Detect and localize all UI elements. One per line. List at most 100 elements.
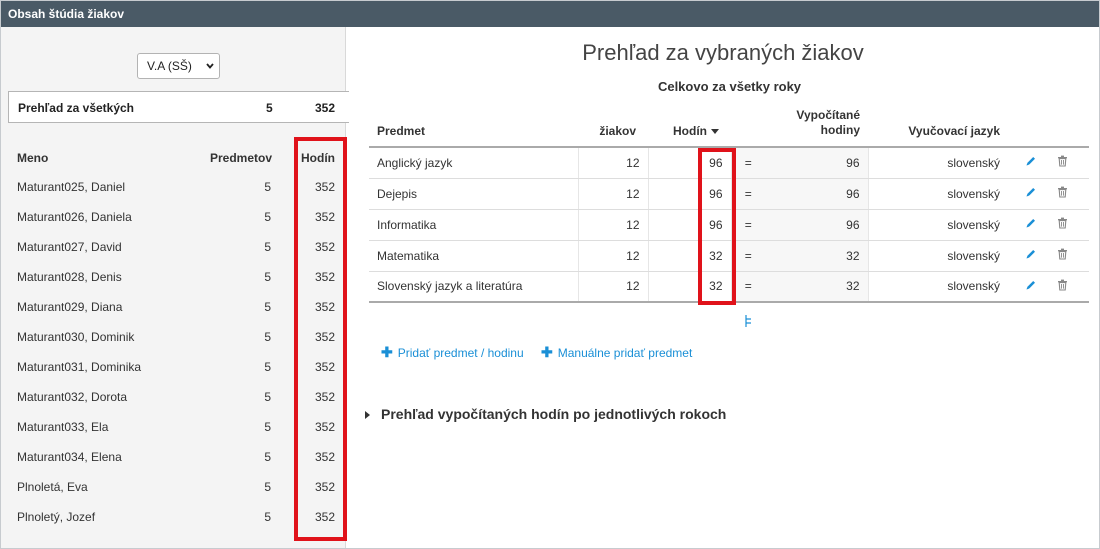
student-name: Maturant030, Dominik <box>17 330 135 344</box>
edit-button[interactable] <box>1000 178 1039 210</box>
pencil-icon <box>1025 249 1037 263</box>
column-resize-icon[interactable] <box>744 314 752 328</box>
student-subjects: 5 <box>264 240 271 254</box>
pencil-icon <box>1025 156 1037 170</box>
caret-right-icon <box>365 411 370 420</box>
student-subjects: 5 <box>264 360 271 374</box>
cell-computed: 32 <box>765 240 869 272</box>
yearly-overview-toggle[interactable]: Prehľad vypočítaných hodín po jednotlivý… <box>365 406 726 422</box>
student-name: Maturant032, Dorota <box>17 390 128 404</box>
trash-icon <box>1057 217 1068 232</box>
cell-equals: = <box>731 147 765 179</box>
summary-all-row[interactable]: Prehľad za všetkých 5 352 <box>8 91 349 123</box>
cell-subject: Slovenský jazyk a literatúra <box>369 271 579 303</box>
th-language[interactable]: Vyučovací jazyk <box>868 105 1000 148</box>
cell-language: slovenský <box>868 271 1000 303</box>
page-title: Prehľad za vybraných žiakov <box>582 40 864 65</box>
student-name: Plnoletý, Jozef <box>17 510 96 524</box>
highlight-box <box>698 148 736 305</box>
window-title: Obsah štúdia žiakov <box>1 1 1099 27</box>
edit-button[interactable] <box>1000 271 1039 303</box>
cell-students: 12 <box>578 209 649 241</box>
cell-computed: 32 <box>765 271 869 303</box>
cell-students: 12 <box>578 178 649 210</box>
summary-label: Prehľad za všetkých <box>18 101 135 115</box>
th-subject[interactable]: Predmet <box>369 105 578 148</box>
th-computed-line1: Vypočítané <box>796 108 860 122</box>
th-hours[interactable]: Hodín <box>648 105 731 148</box>
student-name: Maturant025, Daniel <box>17 180 126 194</box>
th-computed[interactable]: Vypočítané hodiny <box>765 105 868 148</box>
add-subject-manual-link[interactable]: ✚ Manuálne pridať predmet <box>541 344 692 361</box>
cell-equals: = <box>731 240 765 272</box>
student-name: Maturant029, Diana <box>17 300 123 314</box>
cell-equals: = <box>731 209 765 241</box>
cell-students: 12 <box>578 271 649 303</box>
cell-language: slovenský <box>868 178 1000 210</box>
class-select[interactable]: V.A (SŠ) <box>137 53 220 79</box>
delete-button[interactable] <box>1039 178 1089 210</box>
th-eq <box>731 105 765 148</box>
cell-language: slovenský <box>868 147 1000 179</box>
th-delete <box>1039 105 1089 148</box>
summary-subjects: 5 <box>266 101 273 115</box>
cell-students: 12 <box>578 240 649 272</box>
student-subjects: 5 <box>264 390 271 404</box>
pencil-icon <box>1025 280 1037 294</box>
cell-computed: 96 <box>765 147 869 179</box>
cell-students: 12 <box>578 147 649 179</box>
delete-button[interactable] <box>1039 240 1089 272</box>
sort-desc-icon <box>711 129 719 135</box>
trash-icon <box>1057 248 1068 263</box>
student-subjects: 5 <box>264 210 271 224</box>
delete-button[interactable] <box>1039 271 1089 303</box>
student-subjects: 5 <box>264 270 271 284</box>
student-subjects: 5 <box>264 510 271 524</box>
edit-button[interactable] <box>1000 209 1039 241</box>
yearly-overview-label: Prehľad vypočítaných hodín po jednotlivý… <box>381 406 727 422</box>
pencil-icon <box>1025 187 1037 201</box>
page-subtitle: Celkovo za všetky roky <box>657 79 802 94</box>
th-edit <box>1000 105 1039 148</box>
cell-subject: Matematika <box>369 240 579 272</box>
trash-icon <box>1057 279 1068 294</box>
student-name: Maturant026, Daniela <box>17 210 132 224</box>
edit-button[interactable] <box>1000 147 1039 179</box>
class-select-value: V.A (SŠ) <box>147 59 192 73</box>
th-students[interactable]: žiakov <box>578 105 648 148</box>
edit-button[interactable] <box>1000 240 1039 272</box>
cell-language: slovenský <box>868 240 1000 272</box>
cell-subject: Anglický jazyk <box>369 147 579 179</box>
student-name: Maturant033, Ela <box>17 420 109 434</box>
student-subjects: 5 <box>264 450 271 464</box>
cell-subject: Dejepis <box>369 178 579 210</box>
chevron-down-icon <box>206 63 214 69</box>
column-header-name[interactable]: Meno <box>17 151 48 165</box>
student-subjects: 5 <box>264 180 271 194</box>
student-name: Maturant028, Denis <box>17 270 122 284</box>
plus-icon: ✚ <box>541 344 553 360</box>
cell-subject: Informatika <box>369 209 579 241</box>
add-subject-manual-label: Manuálne pridať predmet <box>557 346 693 360</box>
plus-icon: ✚ <box>381 344 393 360</box>
student-subjects: 5 <box>264 480 271 494</box>
highlight-box <box>294 137 347 541</box>
student-name: Maturant027, David <box>17 240 122 254</box>
add-subject-hour-label: Pridať predmet / hodinu <box>397 346 524 360</box>
student-subjects: 5 <box>264 330 271 344</box>
trash-icon <box>1057 186 1068 201</box>
add-subject-hour-link[interactable]: ✚ Pridať predmet / hodinu <box>381 344 524 361</box>
pencil-icon <box>1025 218 1037 232</box>
cell-computed: 96 <box>765 178 869 210</box>
cell-equals: = <box>731 271 765 303</box>
delete-button[interactable] <box>1039 209 1089 241</box>
delete-button[interactable] <box>1039 147 1089 179</box>
cell-equals: = <box>731 178 765 210</box>
student-subjects: 5 <box>264 420 271 434</box>
column-header-subjects[interactable]: Predmetov <box>210 151 272 165</box>
cell-language: slovenský <box>868 209 1000 241</box>
student-name: Maturant031, Dominika <box>17 360 142 374</box>
trash-icon <box>1057 155 1068 170</box>
th-hours-label: Hodín <box>673 124 707 138</box>
student-subjects: 5 <box>264 300 271 314</box>
